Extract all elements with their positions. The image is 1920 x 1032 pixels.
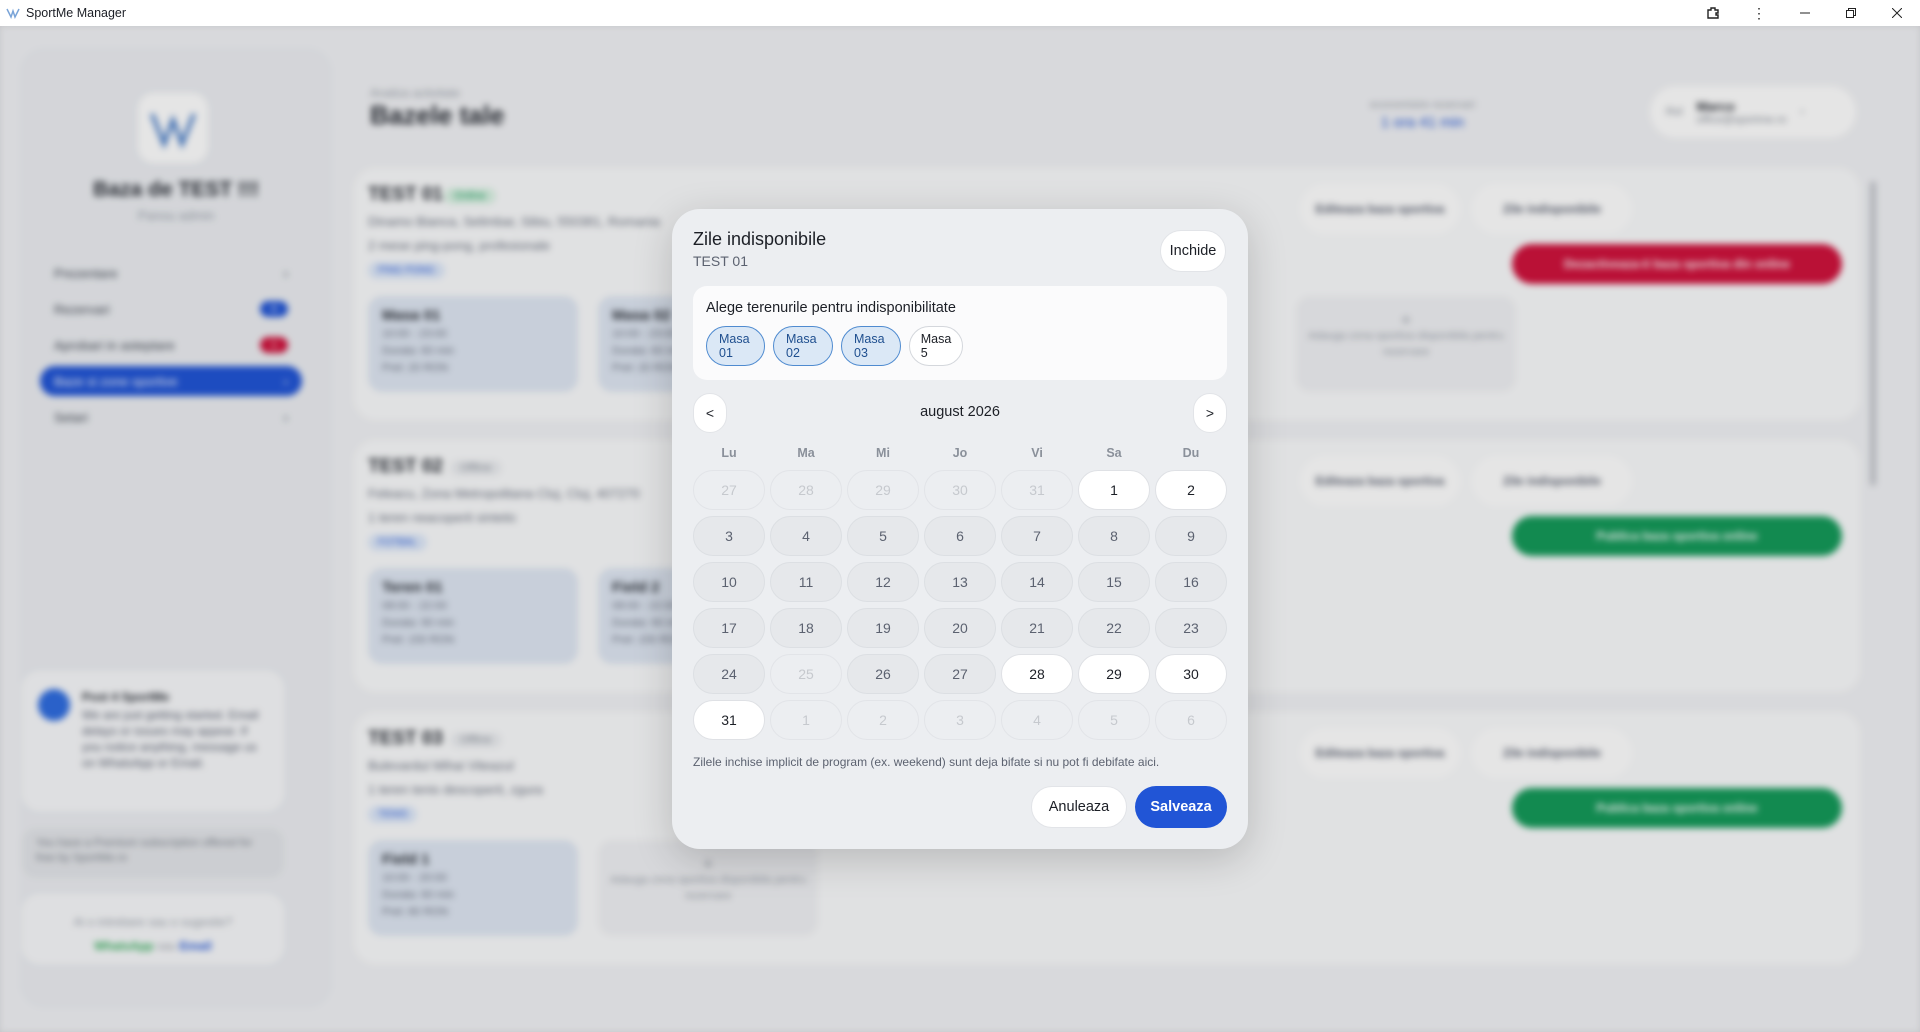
calendar-day[interactable]: 3 — [693, 516, 765, 556]
weekday-label: Sa — [1106, 446, 1122, 460]
calendar-day[interactable]: 8 — [1078, 516, 1150, 556]
weekday-label: Du — [1182, 446, 1200, 460]
restore-icon[interactable] — [1828, 0, 1874, 26]
calendar-day[interactable]: 24 — [693, 654, 765, 694]
cancel-button[interactable]: Anuleaza — [1031, 786, 1127, 828]
minimize-icon[interactable] — [1782, 0, 1828, 26]
calendar-day[interactable]: 7 — [1001, 516, 1073, 556]
court-selector: Alege terenurile pentru indisponibilitat… — [693, 286, 1227, 380]
unavailable-days-modal: Zile indisponibile TEST 01 Inchide Alege… — [672, 209, 1248, 849]
calendar-grid: 27 28 29 30 31 1 2 3 4 5 6 7 8 9 10 11 12 13 14 15 16 17 18 19 2… — [693, 470, 1227, 740]
calendar-day-outside: 1 — [770, 700, 842, 740]
next-month-button[interactable]: > — [1193, 393, 1227, 433]
calendar-day[interactable]: 17 — [693, 608, 765, 648]
app-logo-icon — [6, 6, 20, 20]
weekday-label: Ma — [797, 446, 815, 460]
calendar-day[interactable]: 21 — [1001, 608, 1073, 648]
calendar-day[interactable]: 6 — [924, 516, 996, 556]
court-chip-masa-03[interactable]: Masa 03 — [841, 326, 901, 366]
more-icon[interactable]: ⋮ — [1736, 0, 1782, 26]
calendar-day[interactable]: 10 — [693, 562, 765, 602]
calendar-day-outside: 2 — [847, 700, 919, 740]
weekday-header: Lu Ma Mi Jo Vi Sa Du — [693, 446, 1227, 460]
court-chip-masa-5[interactable]: Masa 5 — [909, 326, 963, 366]
calendar-day[interactable]: 23 — [1155, 608, 1227, 648]
calendar-day-outside: 6 — [1155, 700, 1227, 740]
calendar-day-outside: 28 — [770, 470, 842, 510]
calendar-day-outside: 4 — [1001, 700, 1073, 740]
calendar-day-outside: 27 — [693, 470, 765, 510]
calendar-day[interactable]: 14 — [1001, 562, 1073, 602]
calendar-day[interactable]: 27 — [924, 654, 996, 694]
month-label: august 2026 — [920, 404, 1000, 420]
calendar-day-outside: 29 — [847, 470, 919, 510]
calendar-day-outside: 30 — [924, 470, 996, 510]
calendar-day[interactable]: 13 — [924, 562, 996, 602]
calendar-day[interactable]: 4 — [770, 516, 842, 556]
calendar-day[interactable]: 20 — [924, 608, 996, 648]
calendar-day[interactable]: 19 — [847, 608, 919, 648]
calendar-day[interactable]: 28 — [1001, 654, 1073, 694]
court-chip-masa-02[interactable]: Masa 02 — [773, 326, 833, 366]
calendar-day[interactable]: 15 — [1078, 562, 1150, 602]
close-button[interactable]: Inchide — [1160, 230, 1226, 272]
weekday-label: Jo — [952, 446, 968, 460]
court-selector-label: Alege terenurile pentru indisponibilitat… — [706, 300, 956, 316]
save-button[interactable]: Salveaza — [1135, 786, 1227, 828]
calendar-day[interactable]: 29 — [1078, 654, 1150, 694]
modal-title: Zile indisponibile — [693, 229, 827, 249]
calendar-day[interactable]: 12 — [847, 562, 919, 602]
calendar-note: Zilele inchise implicit de program (ex. … — [693, 755, 1160, 769]
calendar-day[interactable]: 18 — [770, 608, 842, 648]
calendar-day[interactable]: 31 — [693, 700, 765, 740]
close-icon[interactable] — [1874, 0, 1920, 26]
weekday-label: Vi — [1031, 446, 1043, 460]
window-title: SportMe Manager — [26, 6, 127, 20]
weekday-label: Mi — [876, 446, 890, 460]
extensions-icon[interactable] — [1690, 0, 1736, 26]
calendar-day-outside: 31 — [1001, 470, 1073, 510]
calendar-day-outside: 25 — [770, 654, 842, 694]
modal-subtitle: TEST 01 — [693, 253, 748, 269]
calendar-day[interactable]: 22 — [1078, 608, 1150, 648]
court-chip-masa-01[interactable]: Masa 01 — [706, 326, 765, 366]
window-titlebar: SportMe Manager ⋮ — [0, 0, 1920, 26]
calendar-day[interactable]: 2 — [1155, 470, 1227, 510]
weekday-label: Lu — [721, 446, 737, 460]
calendar-day[interactable]: 16 — [1155, 562, 1227, 602]
calendar-day-outside: 3 — [924, 700, 996, 740]
calendar-day-outside: 5 — [1078, 700, 1150, 740]
calendar-day[interactable]: 5 — [847, 516, 919, 556]
calendar-day[interactable]: 30 — [1155, 654, 1227, 694]
calendar-day[interactable]: 26 — [847, 654, 919, 694]
calendar-day[interactable]: 1 — [1078, 470, 1150, 510]
calendar-day[interactable]: 11 — [770, 562, 842, 602]
calendar-day[interactable]: 9 — [1155, 516, 1227, 556]
calendar-header: < august 2026 > — [693, 393, 1227, 433]
court-chips: Masa 01 Masa 02 Masa 03 Masa 5 — [706, 326, 963, 366]
